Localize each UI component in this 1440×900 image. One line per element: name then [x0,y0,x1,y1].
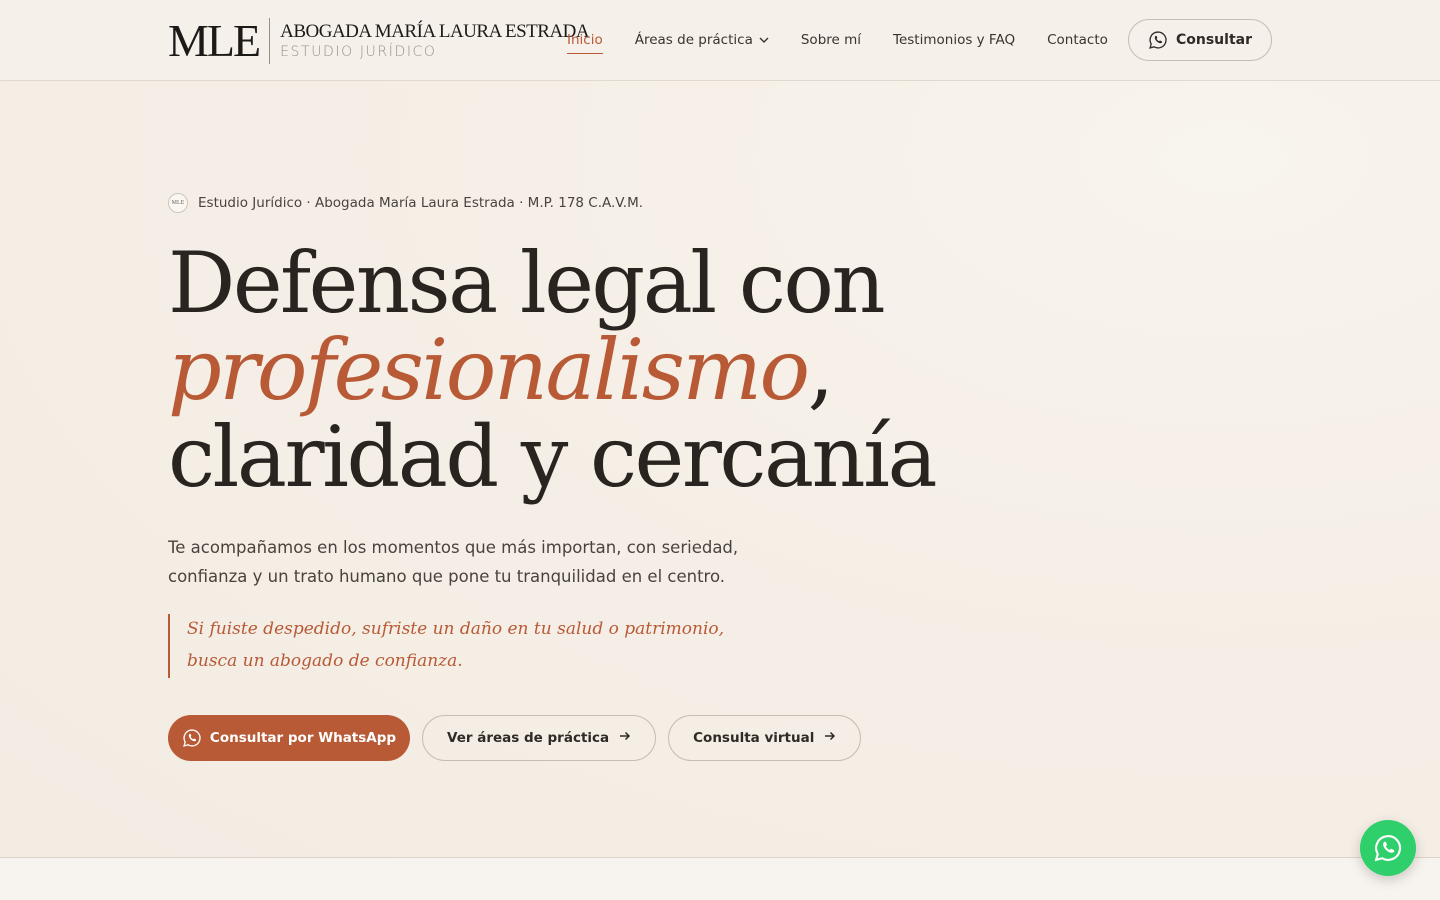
logo-subtitle: ESTUDIO JURÍDICO [280,44,437,60]
whatsapp-icon [1149,31,1167,49]
practice-areas-button[interactable]: Ver áreas de práctica [422,715,657,761]
hero-title: Defensa legal con profesionalismo, clari… [168,240,968,501]
chevron-down-icon [759,35,769,46]
logo-text: ABOGADA MARÍA LAURA ESTRADA ESTUDIO JURÍ… [270,21,590,61]
whatsapp-button[interactable]: Consultar por WhatsApp [168,715,410,761]
hero-eyebrow: MLE Estudio Jurídico · Abogada María Lau… [168,193,643,213]
virtual-consult-button[interactable]: Consulta virtual [668,715,862,761]
logo-mark: MLE [168,18,271,64]
arrow-right-icon [619,730,631,746]
nav-item-label: Áreas de práctica [634,32,753,48]
nav-item-areas[interactable]: Áreas de práctica [635,32,769,48]
hero-title-line2: profesionalismo, [168,327,968,414]
arrow-right-icon [824,730,836,746]
consult-button-label: Consultar [1175,32,1252,48]
logo-name: ABOGADA MARÍA LAURA ESTRADA [280,21,590,42]
logo-badge: MLE [168,193,188,213]
nav-item-sobre-mi[interactable]: Sobre mí [801,32,861,48]
hero-quote: Si fuiste despedido, sufriste un daño en… [168,614,768,678]
hero-lead: Te acompañamos en los momentos que más i… [168,538,739,586]
virtual-consult-button-label: Consulta virtual [693,730,815,746]
quote-line1: Si fuiste despedido, sufriste un daño en… [187,619,725,639]
hero-title-comma: , [807,321,835,419]
practice-areas-button-label: Ver áreas de práctica [447,730,610,746]
site-header: MLE ABOGADA MARÍA LAURA ESTRADA ESTUDIO … [0,0,1440,81]
main-nav: Inicio Áreas de práctica Sobre mí Testim… [567,0,1140,80]
nav-item-testimonios[interactable]: Testimonios y FAQ [893,32,1015,48]
hero-title-line1: Defensa legal con [168,234,886,332]
whatsapp-button-label: Consultar por WhatsApp [209,730,397,746]
consult-button[interactable]: Consultar [1128,19,1272,61]
whatsapp-icon [183,729,201,747]
quote-line2: busca un abogado de confianza. [187,651,463,671]
next-section [0,858,1440,900]
hero-actions: Consultar por WhatsApp Ver áreas de prác… [168,715,873,761]
nav-item-inicio[interactable]: Inicio [567,32,603,54]
whatsapp-icon [1374,835,1402,862]
logo[interactable]: MLE ABOGADA MARÍA LAURA ESTRADA ESTUDIO … [168,17,590,65]
hero-title-accent: profesionalismo [168,321,810,419]
hero-title-line3: claridad y cercanía [168,408,938,506]
nav-item-contacto[interactable]: Contacto [1047,32,1108,48]
eyebrow-text: Estudio Jurídico · Abogada María Laura E… [198,195,644,211]
whatsapp-float-button[interactable] [1360,820,1416,876]
